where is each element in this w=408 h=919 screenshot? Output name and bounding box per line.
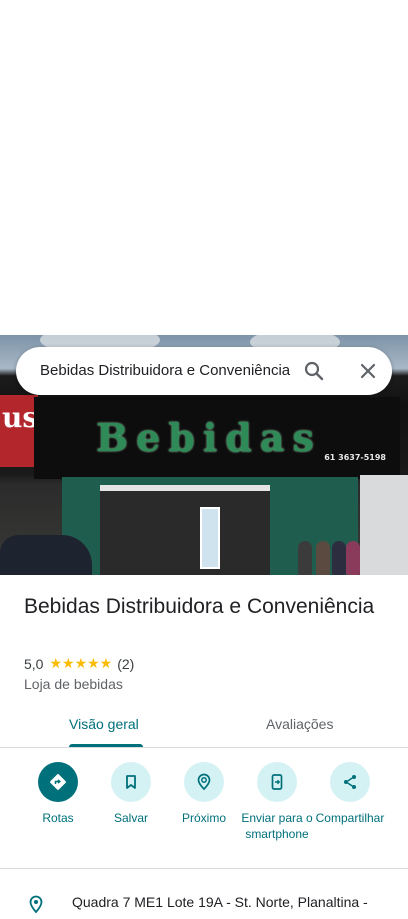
neighbor-sign-text: us [2,401,39,434]
send-to-phone-button[interactable]: Enviar para o smartphone [239,762,315,842]
nearby-label: Próximo [181,811,226,825]
send-to-phone-icon [257,762,297,802]
bookmark-icon [111,762,151,802]
car [0,535,92,575]
share-label: Compartilhar [315,811,385,825]
nearby-button[interactable]: Próximo [166,762,242,826]
location-pin-icon [26,894,46,914]
people [298,533,360,575]
tab-selected-indicator [69,744,143,747]
review-count[interactable]: (2) [117,656,134,672]
directions-label: Rotas [42,811,74,825]
close-icon[interactable] [356,359,380,383]
store-sign-text: Bebidas [96,415,322,460]
neighbor-sign: us [0,395,38,467]
directions-icon [38,762,78,802]
place-category[interactable]: Loja de bebidas [24,676,123,692]
rating-row[interactable]: 5,0 ★★★★★ (2) [24,655,134,672]
search-bar[interactable]: Bebidas Distribuidora e Conveniência [16,347,392,395]
place-title: Bebidas Distribuidora e Conveniência [24,595,375,618]
search-icon[interactable] [302,359,326,383]
rating-value: 5,0 [24,655,44,672]
tab-reviews[interactable]: Avaliações [266,716,333,732]
save-label: Salvar [113,811,148,825]
share-icon [330,762,370,802]
store-sign: Bebidas 61 3637-5198 [34,397,400,479]
save-button[interactable]: Salvar [93,762,169,826]
share-button[interactable]: Compartilhar [312,762,388,826]
action-buttons: Rotas Salvar Próximo Enviar para o smart… [0,762,408,862]
star-rating: ★★★★★ [49,655,113,671]
map-area[interactable] [0,0,408,335]
divider [0,868,408,869]
wall [360,475,408,575]
nearby-icon [184,762,224,802]
send-to-phone-label: Enviar para o smartphone [241,811,313,841]
store-entrance [100,485,270,575]
tab-overview[interactable]: Visão geral [69,716,139,732]
tab-bar: Visão geral Avaliações [0,706,408,748]
search-input[interactable]: Bebidas Distribuidora e Conveniência [40,362,292,379]
store-sign-phone: 61 3637-5198 [324,453,386,462]
address-row[interactable]: Quadra 7 ME1 Lote 19A - St. Norte, Plana… [24,892,408,914]
address-text: Quadra 7 ME1 Lote 19A - St. Norte, Plana… [72,894,368,910]
fridge [200,507,220,569]
directions-button[interactable]: Rotas [20,762,96,826]
